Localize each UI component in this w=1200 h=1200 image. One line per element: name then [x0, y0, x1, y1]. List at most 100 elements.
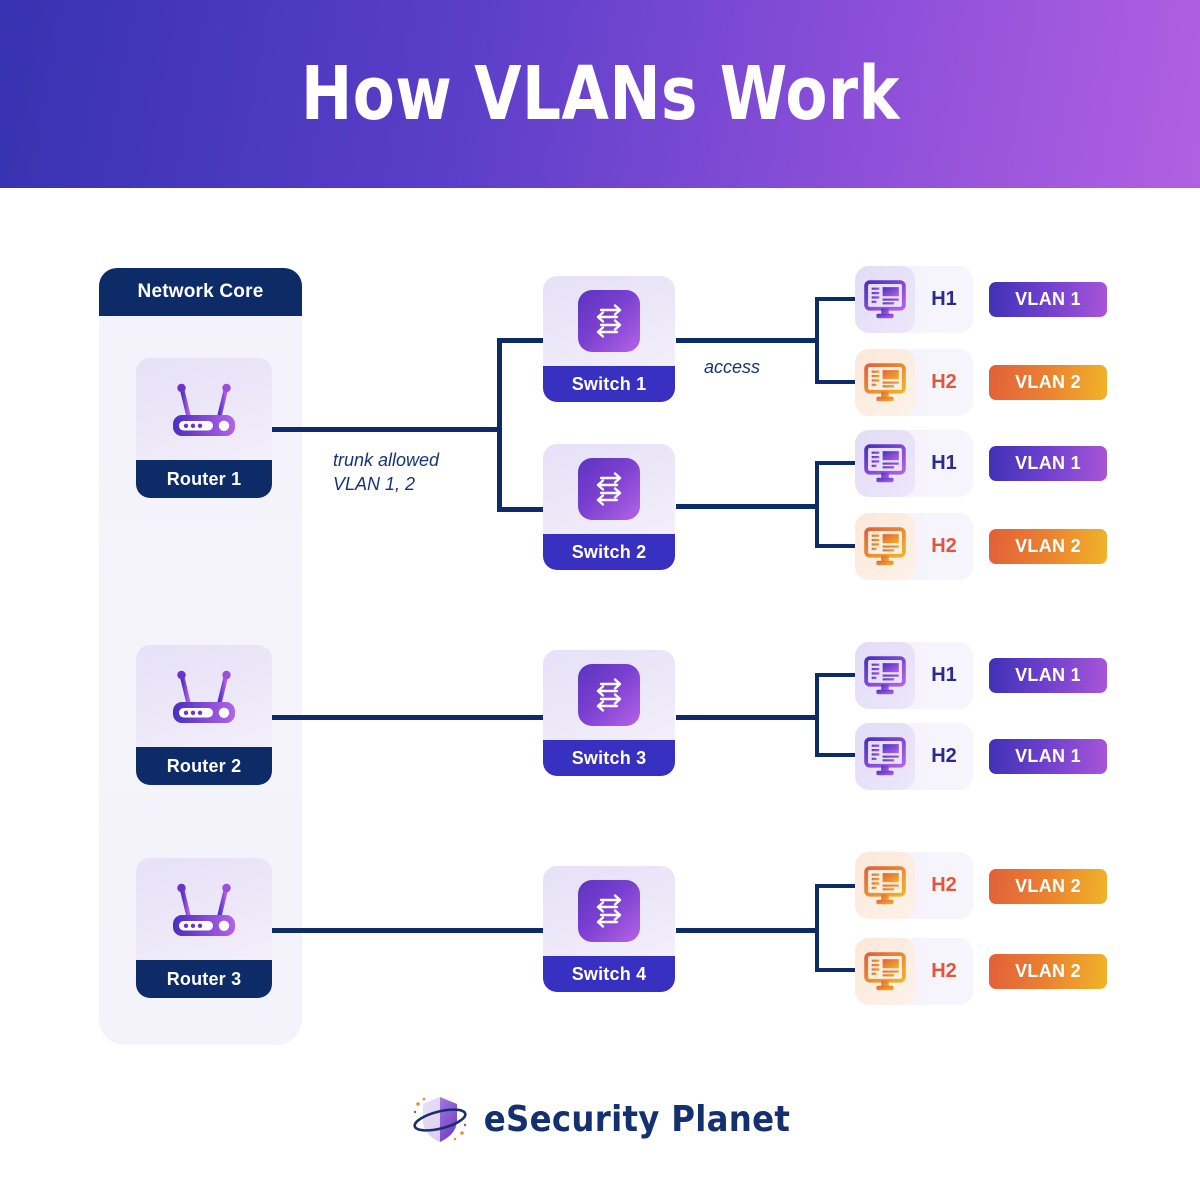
link-switch3-host1	[815, 673, 860, 677]
host-s2-h1[interactable]: H1	[855, 430, 973, 497]
monitor-icon-tile	[855, 430, 915, 497]
link-switch2-host1	[815, 461, 860, 465]
host-label: H1	[931, 288, 957, 310]
host-s1-h2[interactable]: H2	[855, 349, 973, 416]
vlan-badge-s4-h2: VLAN 2	[989, 954, 1107, 989]
monitor-icon-tile	[855, 723, 915, 790]
switch-arrows-icon	[578, 458, 640, 520]
monitor-icon	[864, 865, 906, 904]
switch-3-label: Switch 3	[543, 740, 675, 776]
node-switch-4[interactable]: Switch 4	[543, 866, 675, 992]
host-label: H2	[931, 371, 957, 393]
router-icon-area	[136, 358, 272, 460]
network-core-label: Network Core	[137, 281, 264, 302]
link-switch3-host2	[815, 753, 860, 757]
monitor-icon-tile	[855, 513, 915, 580]
node-switch-3[interactable]: Switch 3	[543, 650, 675, 776]
monitor-icon	[864, 362, 906, 401]
link-switch4-branch-vertical	[815, 884, 819, 972]
monitor-icon	[864, 951, 906, 990]
switch-icon-area	[543, 444, 675, 534]
switch-icon-area	[543, 650, 675, 740]
vlan-badge-s3-h1: VLAN 1	[989, 658, 1107, 693]
link-router2-switch3	[268, 715, 548, 720]
link-switch4-host2	[815, 968, 860, 972]
trunk-edge-label: trunk allowed VLAN 1, 2	[333, 448, 439, 497]
link-switch3-access	[676, 715, 818, 720]
monitor-icon-tile	[855, 938, 915, 1005]
switch-arrows-icon	[578, 880, 640, 942]
vlan-badge-s4-h1: VLAN 2	[989, 869, 1107, 904]
router-2-label: Router 2	[136, 747, 272, 785]
switch-arrows-icon	[578, 290, 640, 352]
link-router1-trunk	[270, 427, 502, 432]
monitor-icon-tile	[855, 266, 915, 333]
vlan-badge-s1-h1: VLAN 1	[989, 282, 1107, 317]
node-switch-2[interactable]: Switch 2	[543, 444, 675, 570]
router-icon	[173, 383, 235, 436]
node-router-3[interactable]: Router 3	[136, 858, 272, 998]
host-label: H2	[931, 535, 957, 557]
router-1-label: Router 1	[136, 460, 272, 498]
router-icon	[173, 883, 235, 936]
trunk-label-line1: trunk allowed	[333, 450, 440, 470]
host-s4-h1[interactable]: H2	[855, 852, 973, 919]
node-switch-1[interactable]: Switch 1	[543, 276, 675, 402]
switch-icon-area	[543, 276, 675, 366]
monitor-icon-tile	[855, 852, 915, 919]
vlan-badge-s2-h2: VLAN 2	[989, 529, 1107, 564]
host-s3-h1[interactable]: H1	[855, 642, 973, 709]
host-label: H1	[931, 664, 957, 686]
monitor-icon	[864, 655, 906, 694]
monitor-icon	[864, 279, 906, 318]
vlan-badge-s1-h2: VLAN 2	[989, 365, 1107, 400]
host-label: H2	[931, 745, 957, 767]
access-edge-label: access	[704, 357, 761, 377]
link-switch4-host1	[815, 884, 860, 888]
router-icon-area	[136, 645, 272, 747]
node-router-2[interactable]: Router 2	[136, 645, 272, 785]
host-s1-h1[interactable]: H1	[855, 266, 973, 333]
vlan-badge-s3-h2: VLAN 1	[989, 739, 1107, 774]
monitor-icon	[864, 443, 906, 482]
link-router3-switch4	[268, 928, 548, 933]
router-3-label: Router 3	[136, 960, 272, 998]
switch-arrows-glyph	[596, 304, 622, 338]
monitor-icon	[864, 526, 906, 565]
link-switch2-host2	[815, 544, 860, 548]
link-switch2-access	[676, 504, 818, 509]
node-router-1[interactable]: Router 1	[136, 358, 272, 498]
monitor-icon-tile	[855, 349, 915, 416]
vlan-badge-s2-h1: VLAN 1	[989, 446, 1107, 481]
shield-orbit-icon	[413, 1097, 467, 1142]
host-s4-h2[interactable]: H2	[855, 938, 973, 1005]
switch-arrows-icon	[578, 664, 640, 726]
router-icon	[173, 670, 235, 723]
link-switch4-access	[676, 928, 818, 933]
switch-4-label: Switch 4	[543, 956, 675, 992]
host-s2-h2[interactable]: H2	[855, 513, 973, 580]
switch-icon-area	[543, 866, 675, 956]
link-trunk-switch1	[497, 338, 547, 343]
switch-2-label: Switch 2	[543, 534, 675, 570]
host-label: H1	[931, 452, 957, 474]
host-label: H2	[931, 960, 957, 982]
brand-name: eSecurity Planet	[483, 1098, 791, 1140]
switch-arrows-glyph	[596, 894, 622, 928]
host-s3-h2[interactable]: H2	[855, 723, 973, 790]
link-switch1-host2	[815, 380, 860, 384]
switch-arrows-glyph	[596, 472, 622, 506]
link-switch1-host1	[815, 297, 860, 301]
link-trunk-switch2	[497, 507, 547, 512]
link-switch3-branch-vertical	[815, 673, 819, 757]
link-switch1-branch-vertical	[815, 297, 819, 384]
monitor-icon	[864, 736, 906, 775]
page-title: How VLANs Work	[300, 51, 900, 137]
switch-1-label: Switch 1	[543, 366, 675, 402]
network-core-badge: Network Core	[99, 268, 302, 316]
router-icon-area	[136, 858, 272, 960]
infographic-canvas: How VLANs Work Network Core trunk allowe…	[0, 0, 1200, 1200]
link-switch1-access	[676, 338, 818, 343]
link-switch2-branch-vertical	[815, 461, 819, 548]
link-trunk-vertical	[497, 338, 502, 512]
